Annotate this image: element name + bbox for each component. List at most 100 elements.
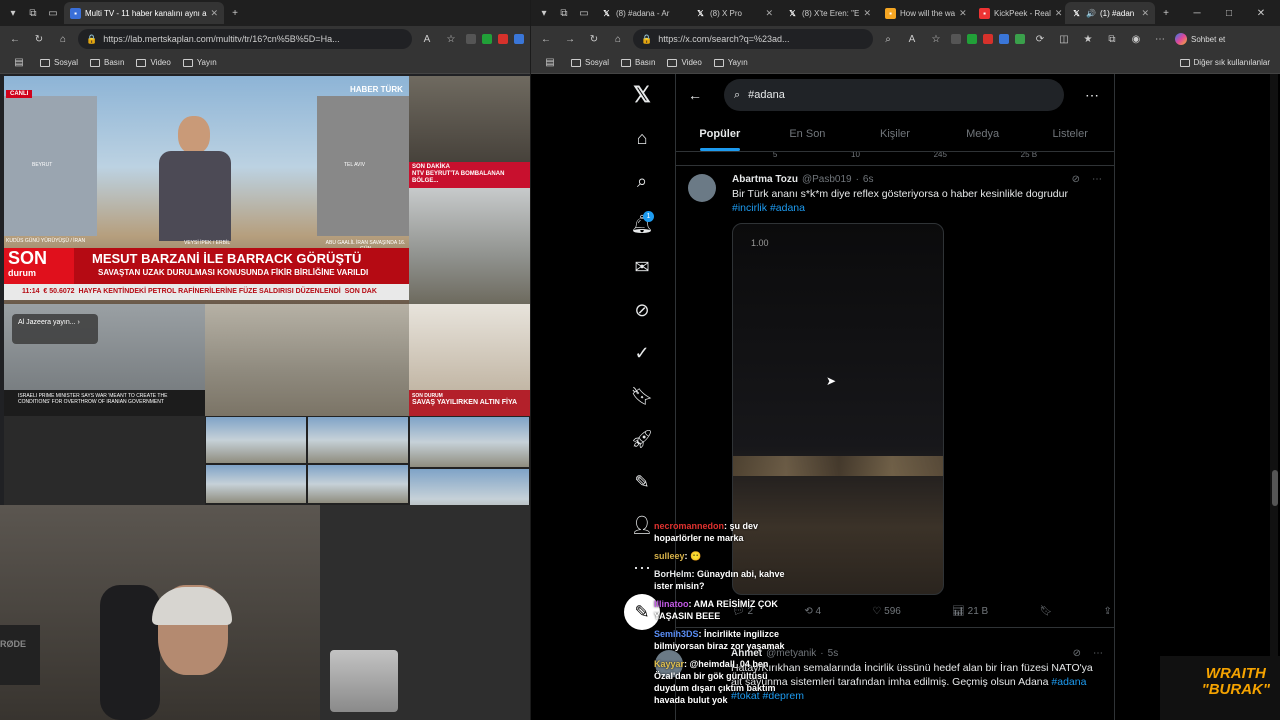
- read-aloud-icon[interactable]: A: [418, 30, 436, 48]
- extension-blue-icon[interactable]: [999, 34, 1009, 44]
- tweet-time[interactable]: 5s: [828, 648, 839, 659]
- tab-x-pro[interactable]: 𝕏 (8) X Pro ✕: [689, 2, 779, 24]
- url-field[interactable]: 🔒 https://x.com/search?q=%23ad...: [633, 29, 873, 49]
- live-cam-1[interactable]: [205, 416, 307, 464]
- tab-adana-search[interactable]: 𝕏 (8) #adana - Ar: [595, 2, 687, 24]
- share-icon[interactable]: ⇪: [1104, 606, 1112, 617]
- live-cam-3[interactable]: [409, 416, 530, 468]
- live-cam-2[interactable]: [307, 416, 409, 464]
- grok-nav-icon[interactable]: ⊘: [621, 289, 663, 331]
- scrollbar-thumb[interactable]: [1272, 470, 1278, 506]
- bookmark-sosyal[interactable]: Sosyal: [40, 58, 78, 67]
- bookmark-sosyal[interactable]: Sosyal: [571, 58, 609, 67]
- tab-x-eren[interactable]: 𝕏 (8) X'te Eren: "E ✕: [781, 2, 877, 24]
- notifications-nav-icon[interactable]: 🔔︎ 1: [621, 203, 663, 245]
- bookmark-basin[interactable]: Basın: [621, 58, 655, 67]
- bookmark-video[interactable]: Video: [667, 58, 702, 67]
- workspaces-icon[interactable]: ⧉: [24, 4, 42, 22]
- bookmark-yayin[interactable]: Yayın: [182, 58, 217, 67]
- tab-adana-active[interactable]: 𝕏 🔊 (1) #adan ✕: [1065, 2, 1155, 24]
- bookmark-icon[interactable]: 🔖︎: [1040, 606, 1053, 617]
- bookmarks-nav-icon[interactable]: 🔖︎: [621, 375, 663, 417]
- sidebar-toggle-icon[interactable]: ▤: [541, 54, 559, 72]
- bookmark-other-favorites[interactable]: Diğer sık kullanılanlar: [1179, 58, 1270, 67]
- tab-actions-icon[interactable]: ▾: [535, 4, 553, 22]
- tab-media[interactable]: Medya: [939, 116, 1027, 151]
- studio-stream[interactable]: SON DURUM SAVAŞ YAYILIRKEN ALTIN FİYA: [409, 304, 530, 416]
- search-nav-icon[interactable]: ⌕: [621, 160, 663, 202]
- tab-how-will[interactable]: ▪ How will the wa ✕: [879, 2, 971, 24]
- extension-puzzle-icon[interactable]: [1015, 34, 1025, 44]
- haberturk-stream[interactable]: CANLI HABER TÜRK BEYRUT TEL AVIV KUDÜS G…: [4, 76, 409, 304]
- maximize-icon[interactable]: □: [1220, 4, 1238, 22]
- copilot-button[interactable]: Sohbet et: [1175, 33, 1225, 45]
- messages-nav-icon[interactable]: ✉: [621, 246, 663, 288]
- city-skyline-stream[interactable]: [409, 188, 530, 304]
- premium-nav-icon[interactable]: ✎: [621, 461, 663, 503]
- home-nav-icon[interactable]: ⌂: [621, 117, 663, 159]
- new-tab-icon[interactable]: +: [226, 4, 244, 22]
- like-button[interactable]: ♡ 596: [872, 606, 900, 617]
- avatar[interactable]: [688, 174, 716, 202]
- page-scrollbar[interactable]: [1270, 74, 1278, 720]
- ntv-stream[interactable]: SON DAKİKA NTV BEYRUT'TA BOMBALANAN BÖLGE…: [409, 76, 530, 188]
- vertical-tabs-icon[interactable]: ▭: [575, 4, 593, 22]
- collections-icon[interactable]: ⧉: [1103, 30, 1121, 48]
- hazy-city-stream[interactable]: [205, 304, 409, 416]
- tab-actions-icon[interactable]: ▾: [4, 4, 22, 22]
- al-jazeera-stream[interactable]: Al Jazeera yayın... › ISRAELI PRIME MINI…: [4, 304, 205, 416]
- url-field[interactable]: 🔒 https://lab.mertskaplan.com/multitv/tr…: [78, 29, 412, 49]
- close-tab-icon[interactable]: ✕: [863, 8, 871, 19]
- bookmark-video[interactable]: Video: [136, 58, 171, 67]
- close-tab-icon[interactable]: ✕: [1141, 8, 1149, 19]
- read-aloud-icon[interactable]: A: [903, 30, 921, 48]
- zoom-icon[interactable]: ⌕: [879, 30, 897, 48]
- forward-icon[interactable]: →: [561, 30, 579, 48]
- x-logo-icon[interactable]: 𝕏: [621, 74, 663, 116]
- tab-latest[interactable]: En Son: [764, 116, 852, 151]
- tab-kickpeek[interactable]: ▪ KickPeek - Real ✕: [973, 2, 1063, 24]
- close-tab-icon[interactable]: ✕: [959, 8, 967, 19]
- prev-reposts[interactable]: 10: [851, 152, 860, 165]
- hashtag-adana[interactable]: #adana: [770, 202, 805, 214]
- back-icon[interactable]: ←: [537, 30, 555, 48]
- close-tab-icon[interactable]: ✕: [1055, 8, 1063, 19]
- extension-green-icon[interactable]: [482, 34, 492, 44]
- refresh-icon[interactable]: ↻: [585, 30, 603, 48]
- back-arrow-icon[interactable]: ←: [688, 87, 706, 103]
- live-cam-4[interactable]: [205, 464, 307, 504]
- extension-red-icon[interactable]: [983, 34, 993, 44]
- favorite-star-icon[interactable]: ☆: [927, 30, 945, 48]
- x-search-input[interactable]: ⌕ #adana: [724, 79, 1064, 111]
- home-icon[interactable]: ⌂: [609, 30, 627, 48]
- extension-blue-icon[interactable]: [514, 34, 524, 44]
- extension-icon[interactable]: [951, 34, 961, 44]
- verified-nav-icon[interactable]: ✓: [621, 332, 663, 374]
- tweet-handle[interactable]: @Pasb019: [802, 174, 852, 185]
- live-cam-5[interactable]: [307, 464, 409, 504]
- home-icon[interactable]: ⌂: [54, 30, 72, 48]
- extension-green-icon[interactable]: [967, 34, 977, 44]
- playback-rate[interactable]: 1.00: [751, 238, 769, 248]
- tweet-more-icon[interactable]: ⋯: [1093, 648, 1103, 659]
- search-options-icon[interactable]: ⋯: [1082, 87, 1102, 104]
- rocket-nav-icon[interactable]: 🚀︎: [621, 418, 663, 460]
- minimize-icon[interactable]: ─: [1188, 4, 1206, 22]
- repost-button[interactable]: ⟲ 4: [804, 606, 821, 617]
- bookmark-basin[interactable]: Basın: [90, 58, 124, 67]
- favorite-star-icon[interactable]: ☆: [442, 30, 460, 48]
- workspaces-icon[interactable]: ⧉: [555, 4, 573, 22]
- tweet-time[interactable]: 6s: [863, 174, 874, 185]
- grok-icon[interactable]: ⊘: [1072, 174, 1080, 185]
- extension-red-icon[interactable]: [498, 34, 508, 44]
- extension-icon[interactable]: [466, 34, 476, 44]
- prev-likes[interactable]: 245: [934, 152, 947, 165]
- tab-multitv[interactable]: ▪ Multi TV - 11 haber kanalını aynı a ✕: [64, 2, 224, 24]
- grok-icon[interactable]: ⊘: [1073, 648, 1081, 659]
- bookmark-yayin[interactable]: Yayın: [713, 58, 748, 67]
- vertical-tabs-icon[interactable]: ▭: [44, 4, 62, 22]
- close-window-icon[interactable]: ✕: [1252, 4, 1270, 22]
- al-jazeera-pill[interactable]: Al Jazeera yayın... ›: [12, 314, 98, 344]
- profile-icon[interactable]: ◉: [1127, 30, 1145, 48]
- prev-views[interactable]: 25 B: [1021, 152, 1037, 165]
